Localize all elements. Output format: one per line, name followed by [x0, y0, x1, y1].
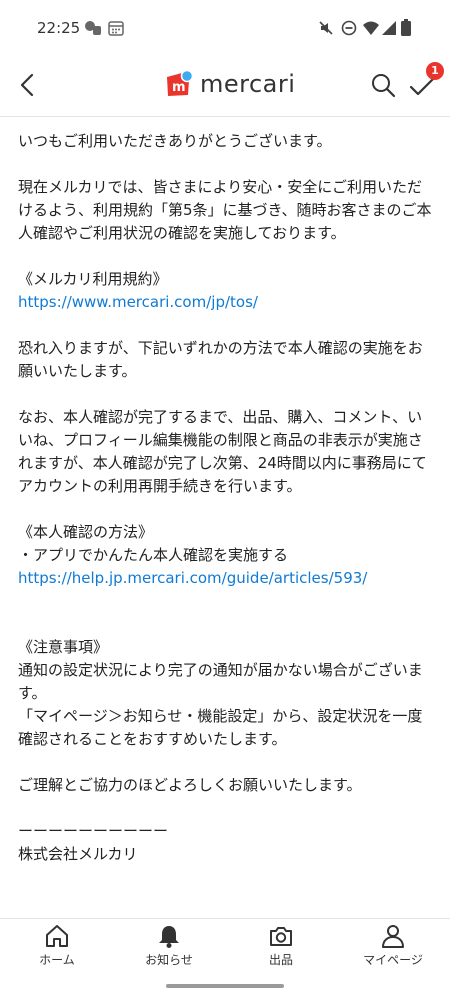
method-item: ・アプリでかんたん本人確認を実施する [18, 546, 289, 564]
mercari-logo-icon: m [167, 69, 194, 96]
nav-mypage[interactable]: マイページ [348, 923, 438, 968]
status-bar: 22:25 [0, 0, 450, 56]
camera-icon [270, 927, 292, 946]
bottom-navigation: ホーム お知らせ 出品 マイページ [0, 918, 450, 973]
wifi-icon [363, 21, 379, 35]
home-indicator[interactable] [166, 984, 284, 988]
search-icon[interactable] [370, 72, 396, 98]
signal-icon [382, 21, 396, 35]
nav-mypage-label: マイページ [363, 953, 423, 967]
greeting-text: いつもご利用いただきありがとうございます。 [18, 132, 332, 150]
restriction-paragraph: なお、本人確認が完了するまで、出品、購入、コメント、いいね、プロフィール編集機能… [18, 408, 427, 495]
help-guide-link[interactable]: https://help.jp.mercari.com/guide/articl… [18, 567, 436, 590]
do-not-disturb-icon [341, 20, 357, 36]
notes-line-2: 「マイページ＞お知らせ・機能設定」から、設定状況を一度確認されることをおすすめい… [18, 707, 423, 748]
nav-home-label: ホーム [39, 953, 75, 967]
battery-icon [401, 19, 411, 36]
notes-heading: 《注意事項》 [18, 638, 109, 656]
app-header: m mercari [0, 56, 450, 117]
status-time: 22:25 [37, 19, 81, 37]
mute-icon [319, 21, 333, 35]
notification-badge: 1 [426, 62, 444, 80]
method-heading: 《本人確認の方法》 [18, 523, 154, 541]
terms-link[interactable]: https://www.mercari.com/jp/tos/ [18, 291, 436, 314]
signature-text: 株式会社メルカリ [18, 845, 138, 863]
person-icon [382, 925, 404, 948]
back-arrow-icon[interactable] [16, 72, 42, 98]
notification-app-icon [85, 21, 101, 35]
request-paragraph: 恐れ入りますが、下記いずれかの方法で本人確認の実施をお願いいたします。 [18, 339, 423, 380]
intro-paragraph: 現在メルカリでは、皆さまにより安心・安全にご利用いただけるよう、利用規約「第5条… [18, 178, 432, 242]
terms-heading: 《メルカリ利用規約》 [18, 270, 168, 288]
nav-notifications[interactable]: お知らせ [124, 923, 214, 968]
nav-sell[interactable]: 出品 [236, 923, 326, 968]
closing-text: ご理解とご協力のほどよろしくお願いいたします。 [18, 776, 362, 794]
calendar-icon [108, 21, 124, 36]
mercari-logo: m mercari [162, 68, 295, 100]
notes-line-1: 通知の設定状況により完了の通知が届かない場合がございます。 [18, 661, 423, 702]
nav-home[interactable]: ホーム [12, 923, 102, 968]
bell-icon [159, 926, 179, 948]
logo-text: mercari [200, 70, 296, 98]
home-icon [46, 925, 68, 947]
nav-notifications-label: お知らせ [145, 953, 193, 967]
nav-sell-label: 出品 [268, 953, 293, 967]
message-body: いつもご利用いただきありがとうございます。 現在メルカリでは、皆さまにより安心・… [18, 118, 436, 918]
svg-text:m: m [172, 80, 186, 95]
separator-line: ーーーーーーーーーー [18, 822, 169, 840]
